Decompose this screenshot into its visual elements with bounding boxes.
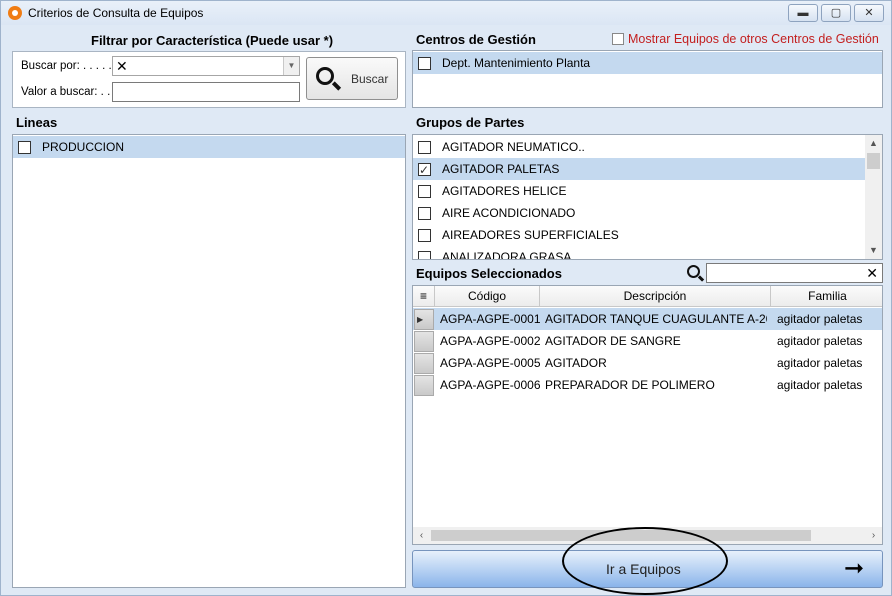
cell-codigo: AGPA-AGPE-0001 <box>440 312 540 326</box>
scroll-down-icon[interactable]: ▼ <box>865 242 882 259</box>
list-item-label: ANALIZADORA GRASA <box>442 250 572 260</box>
equipos-table: ≡ Código Descripción Familia AGPA-AGPE-0… <box>412 285 883 545</box>
column-menu-icon[interactable]: ≡ <box>413 286 435 307</box>
arrow-right-icon: ➞ <box>844 555 865 582</box>
checkbox[interactable] <box>418 57 431 70</box>
checkbox[interactable] <box>18 141 31 154</box>
checkbox[interactable] <box>418 141 431 154</box>
cell-codigo: AGPA-AGPE-0005 <box>440 356 540 370</box>
list-item-label: AGITADORES HELICE <box>442 184 567 198</box>
checkbox[interactable] <box>418 207 431 220</box>
list-item[interactable]: AGITADOR PALETAS <box>413 158 865 181</box>
row-header[interactable] <box>414 353 434 374</box>
checkbox[interactable] <box>418 229 431 242</box>
list-item-label: AGITADOR NEUMATICO.. <box>442 140 585 154</box>
cell-familia: agitador paletas <box>777 356 863 370</box>
minimize-button[interactable]: ▬ <box>788 4 818 22</box>
centros-heading: Centros de Gestión <box>416 32 536 47</box>
grupos-scrollbar[interactable]: ▲ ▼ <box>865 135 882 259</box>
chevron-down-icon[interactable]: ▼ <box>283 57 299 75</box>
list-item[interactable]: ANALIZADORA GRASA <box>413 246 882 260</box>
value-label: Valor a buscar: . . <box>21 86 111 98</box>
search-by-label: Buscar por: . . . . . <box>21 60 112 72</box>
checkbox[interactable] <box>418 159 431 181</box>
list-item[interactable]: AIREADORES SUPERFICIALES <box>413 224 882 246</box>
cell-descripcion: AGITADOR <box>545 356 607 370</box>
cell-familia: agitador paletas <box>777 312 863 326</box>
equipos-heading: Equipos Seleccionados <box>416 266 562 281</box>
list-item[interactable]: PRODUCCION <box>13 136 405 158</box>
highlight-ellipse-annotation <box>562 527 728 595</box>
column-header-familia[interactable]: Familia <box>771 286 882 307</box>
grupos-heading: Grupos de Partes <box>416 115 525 130</box>
search-icon[interactable] <box>687 265 700 278</box>
cell-codigo: AGPA-AGPE-0006 <box>440 378 540 392</box>
table-row[interactable]: AGPA-AGPE-0002 AGITADOR DE SANGRE agitad… <box>413 330 882 352</box>
list-item-label: AIRE ACONDICIONADO <box>442 206 576 220</box>
checkbox[interactable] <box>612 33 624 45</box>
value-input[interactable] <box>112 82 300 102</box>
row-header[interactable] <box>414 331 434 352</box>
row-header[interactable] <box>414 309 434 331</box>
show-other-centers-label: Mostrar Equipos de otros Centros de Gest… <box>628 32 879 46</box>
main-window: Criterios de Consulta de Equipos ▬ ▢ ✕ F… <box>0 0 892 596</box>
search-button[interactable]: Buscar <box>306 57 398 100</box>
lineas-heading: Lineas <box>16 115 58 130</box>
scroll-left-icon[interactable]: ‹ <box>413 527 430 544</box>
list-item[interactable]: Dept. Mantenimiento Planta <box>413 52 882 74</box>
cell-familia: agitador paletas <box>777 334 863 348</box>
title-bar: Criterios de Consulta de Equipos ▬ ▢ ✕ <box>1 1 891 25</box>
app-logo-icon <box>8 6 22 20</box>
window-title: Criterios de Consulta de Equipos <box>28 6 204 20</box>
search-by-value: ✕ <box>116 58 128 74</box>
cell-familia: agitador paletas <box>777 378 863 392</box>
scroll-up-icon[interactable]: ▲ <box>865 135 882 152</box>
column-header-descripcion[interactable]: Descripción <box>540 286 771 307</box>
filter-heading: Filtrar por Característica (Puede usar *… <box>91 33 334 48</box>
column-header-codigo[interactable]: Código <box>435 286 540 307</box>
scroll-thumb[interactable] <box>867 153 880 169</box>
equipos-search-input[interactable]: ✕ <box>706 263 883 283</box>
list-item-label: PRODUCCION <box>42 140 125 154</box>
search-button-label: Buscar <box>351 72 389 86</box>
list-item[interactable]: AGITADORES HELICE <box>413 180 882 202</box>
lineas-list: PRODUCCION <box>12 134 406 588</box>
scroll-right-icon[interactable]: › <box>865 527 882 544</box>
cell-descripcion: AGITADOR DE SANGRE <box>545 334 681 348</box>
maximize-button[interactable]: ▢ <box>821 4 851 22</box>
search-icon <box>316 67 334 85</box>
cell-descripcion: AGITADOR TANQUE CUAGULANTE A-202 <box>545 312 767 326</box>
list-item[interactable]: AIRE ACONDICIONADO <box>413 202 882 224</box>
checkbox[interactable] <box>418 251 431 259</box>
cell-codigo: AGPA-AGPE-0002 <box>440 334 540 348</box>
centros-list: Dept. Mantenimiento Planta <box>412 50 883 108</box>
checkbox[interactable] <box>418 185 431 198</box>
list-item[interactable]: AGITADOR NEUMATICO.. <box>413 136 882 158</box>
table-header: ≡ Código Descripción Familia <box>413 286 882 307</box>
cell-descripcion: PREPARADOR DE POLIMERO <box>545 378 715 392</box>
table-row[interactable]: AGPA-AGPE-0006 PREPARADOR DE POLIMERO ag… <box>413 374 882 396</box>
search-by-combo[interactable]: ✕ ▼ <box>112 56 300 76</box>
table-row[interactable]: AGPA-AGPE-0001 AGITADOR TANQUE CUAGULANT… <box>413 308 882 331</box>
grupos-list: AGITADOR NEUMATICO.. AGITADOR PALETAS AG… <box>412 134 883 260</box>
row-header[interactable] <box>414 375 434 396</box>
list-item-label: AIREADORES SUPERFICIALES <box>442 228 619 242</box>
close-button[interactable]: ✕ <box>854 4 884 22</box>
list-item-label: Dept. Mantenimiento Planta <box>442 56 591 70</box>
clear-icon[interactable]: ✕ <box>866 264 878 282</box>
table-row[interactable]: AGPA-AGPE-0005 AGITADOR agitador paletas <box>413 352 882 374</box>
list-item-label: AGITADOR PALETAS <box>442 162 560 176</box>
